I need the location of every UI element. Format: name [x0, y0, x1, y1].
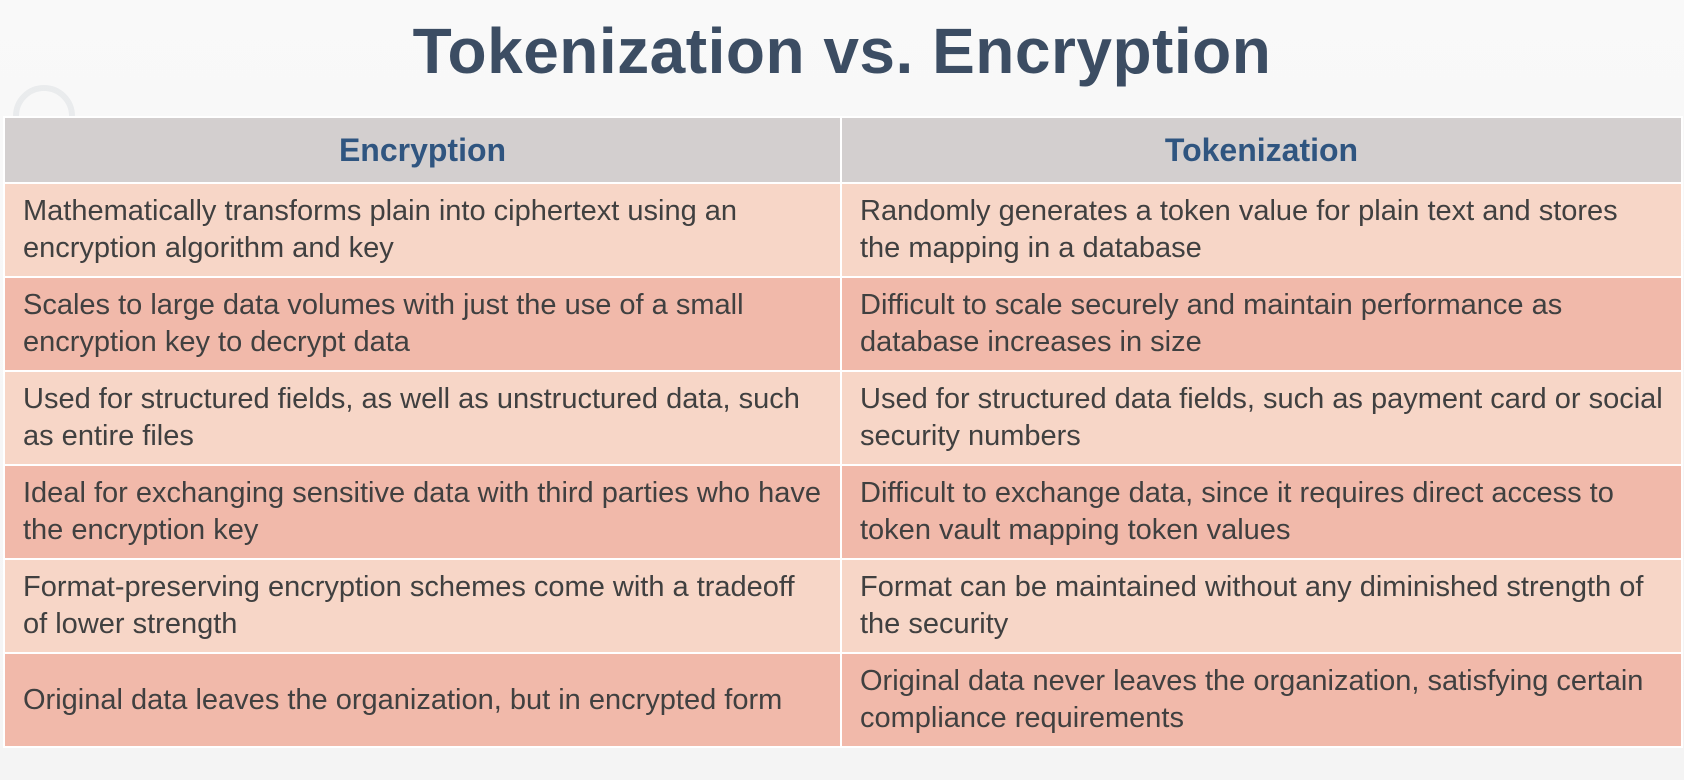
encryption-cell: Mathematically transforms plain into cip…	[3, 182, 842, 278]
table-row: Format-preserving encryption schemes com…	[3, 558, 1683, 654]
slide: Tokenization vs. Encryption Encryption T…	[0, 0, 1684, 780]
tokenization-cell: Difficult to exchange data, since it req…	[840, 464, 1683, 560]
tokenization-cell: Randomly generates a token value for pla…	[840, 182, 1683, 278]
encryption-cell: Original data leaves the organization, b…	[3, 652, 842, 748]
header-tokenization: Tokenization	[840, 116, 1683, 184]
encryption-cell: Scales to large data volumes with just t…	[3, 276, 842, 372]
table-row: Ideal for exchanging sensitive data with…	[3, 464, 1683, 560]
slide-title: Tokenization vs. Encryption	[412, 15, 1272, 87]
table-header-row: Encryption Tokenization	[3, 116, 1683, 184]
table-row: Original data leaves the organization, b…	[3, 652, 1683, 748]
comparison-table-container: Encryption Tokenization Mathematically t…	[3, 116, 1683, 748]
comparison-table: Encryption Tokenization Mathematically t…	[3, 116, 1683, 748]
encryption-cell: Ideal for exchanging sensitive data with…	[3, 464, 842, 560]
tokenization-cell: Used for structured data fields, such as…	[840, 370, 1683, 466]
tokenization-cell: Format can be maintained without any dim…	[840, 558, 1683, 654]
tokenization-cell: Original data never leaves the organizat…	[840, 652, 1683, 748]
encryption-cell: Format-preserving encryption schemes com…	[3, 558, 842, 654]
encryption-cell: Used for structured fields, as well as u…	[3, 370, 842, 466]
table-row: Mathematically transforms plain into cip…	[3, 182, 1683, 278]
header-encryption: Encryption	[3, 116, 842, 184]
table-row: Used for structured fields, as well as u…	[3, 370, 1683, 466]
tokenization-cell: Difficult to scale securely and maintain…	[840, 276, 1683, 372]
table-row: Scales to large data volumes with just t…	[3, 276, 1683, 372]
